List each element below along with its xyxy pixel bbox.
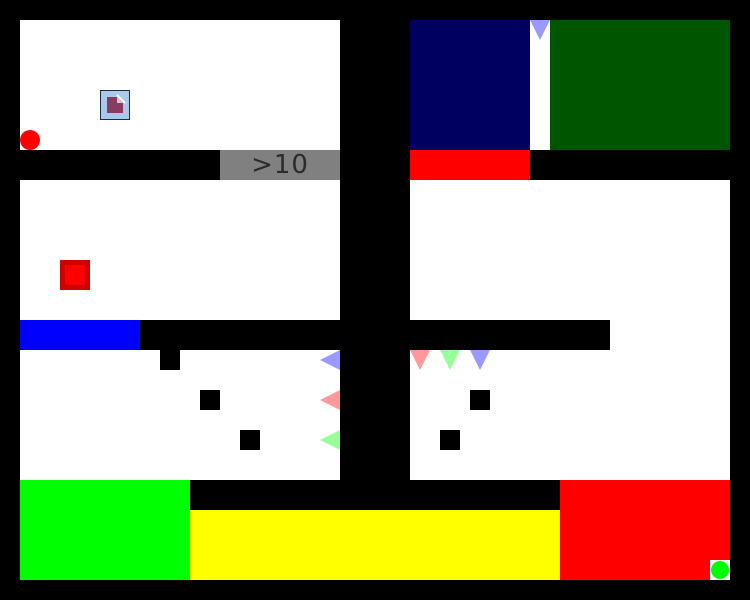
player-card-icon[interactable]: [100, 90, 130, 120]
red-ball[interactable]: [20, 130, 40, 150]
red-door[interactable]: [410, 150, 530, 180]
pink-arrow-down-icon: [410, 350, 430, 370]
wall-h1-right: [530, 150, 730, 180]
obstacle-block: [200, 390, 220, 410]
blue-door[interactable]: [20, 320, 140, 350]
obstacle-block: [240, 430, 260, 450]
blue-arrow-down-icon: [530, 20, 550, 40]
yellow-zone: [190, 510, 560, 580]
green-arrow-down-icon: [440, 350, 460, 370]
obstacle-block: [160, 350, 180, 370]
dark-green-zone: [550, 20, 730, 150]
navy-zone: [410, 20, 530, 150]
wall-h2: [140, 320, 610, 350]
red-square-block[interactable]: [60, 260, 90, 290]
center-wall: [340, 20, 410, 480]
game-board: >10: [0, 0, 750, 600]
obstacle-block: [440, 430, 460, 450]
bright-green-zone: [20, 480, 190, 580]
wall-h1-left: [20, 150, 220, 180]
blue-arrow-left-icon: [320, 350, 340, 370]
red-zone: [560, 480, 730, 580]
obstacle-block: [470, 390, 490, 410]
gate-label: >10: [251, 150, 309, 180]
pink-arrow-left-icon: [320, 390, 340, 410]
blue-arrow-down-icon: [470, 350, 490, 370]
green-ball[interactable]: [711, 561, 729, 579]
wall-bottom-bar: [190, 480, 560, 510]
green-arrow-left-icon: [320, 430, 340, 450]
